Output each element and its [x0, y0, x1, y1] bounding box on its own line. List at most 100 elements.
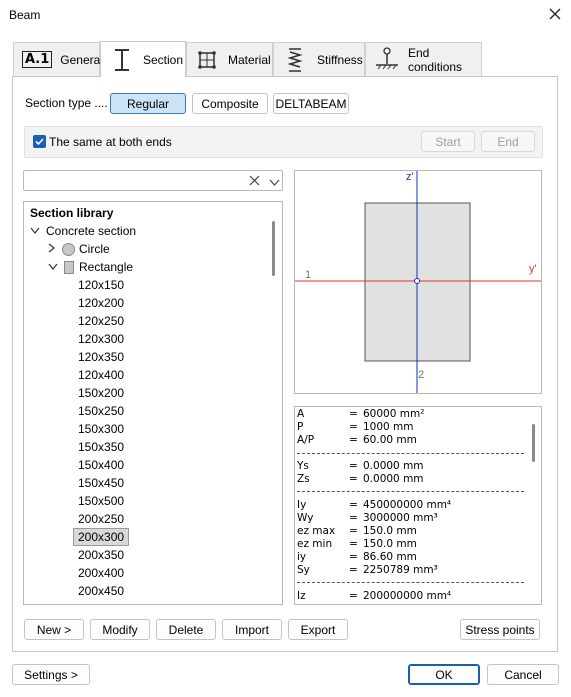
tab-stiffness-label: Stiffness	[317, 52, 363, 67]
centroid-marker	[414, 278, 420, 284]
cancel-button[interactable]: Cancel	[487, 664, 559, 685]
circle-shape-icon	[62, 242, 75, 256]
property-eq: =	[349, 590, 358, 602]
tree-item-label: 150x200	[78, 386, 125, 400]
stress-points-button[interactable]: Stress points	[460, 619, 540, 640]
section-library-tree[interactable]: Section library Concrete section Circle …	[23, 201, 283, 605]
tree-item-label: 120x350	[78, 350, 125, 364]
property-eq: =	[349, 512, 358, 524]
tree-item-label: 150x400	[78, 458, 125, 472]
z-axis-label: z'	[406, 171, 414, 183]
property-value: 1000 mm	[363, 421, 414, 433]
property-eq: =	[349, 538, 358, 550]
tree-item[interactable]: 150x400	[74, 456, 128, 474]
chevron-down-icon[interactable]	[48, 260, 60, 274]
property-eq: =	[349, 460, 358, 472]
modify-button[interactable]: Modify	[90, 619, 150, 640]
tree-item[interactable]: 200x300	[73, 528, 130, 546]
tree-item-label: 150x300	[78, 422, 125, 436]
property-eq: =	[349, 525, 358, 537]
composite-button[interactable]: Composite	[192, 93, 268, 114]
tree-rectangle[interactable]: Rectangle	[48, 258, 133, 276]
same-ends-checkbox[interactable]	[33, 135, 46, 148]
tree-circle-label: Circle	[79, 242, 110, 256]
chevron-down-icon[interactable]	[30, 224, 42, 238]
tree-item[interactable]: 120x150	[74, 276, 128, 294]
start-button[interactable]: Start	[421, 131, 475, 152]
point-1-label: 1	[305, 269, 312, 281]
a1-icon: A.1	[22, 51, 53, 68]
tree-item[interactable]: 150x450	[74, 474, 128, 492]
tree-item[interactable]: 150x500	[74, 492, 128, 510]
export-button[interactable]: Export	[288, 619, 348, 640]
property-value: 200000000 mm⁴	[363, 590, 452, 602]
end-button[interactable]: End	[481, 131, 535, 152]
tree-item[interactable]: 200x450	[74, 582, 128, 600]
tab-section[interactable]: Section	[100, 41, 186, 77]
tree-item-label: 120x400	[78, 368, 125, 382]
import-button[interactable]: Import	[222, 619, 282, 640]
property-name: A	[297, 408, 305, 420]
tree-item-label: 120x250	[78, 314, 125, 328]
tree-item[interactable]: 200x250	[74, 510, 128, 528]
tree-item[interactable]: 150x300	[74, 420, 128, 438]
new-button[interactable]: New >	[24, 619, 84, 640]
chevron-right-icon[interactable]	[48, 242, 60, 256]
tree-item-label: 120x150	[78, 278, 125, 292]
tree-item[interactable]: 200x400	[74, 564, 128, 582]
tab-section-label: Section	[143, 52, 184, 67]
settings-button[interactable]: Settings >	[12, 664, 90, 685]
tree-item[interactable]: 120x250	[74, 312, 128, 330]
tree-item-label: 120x300	[78, 332, 125, 346]
search-combo[interactable]	[23, 170, 283, 191]
tab-end-conditions-label: End conditions	[408, 45, 463, 74]
title-bar: Beam	[0, 0, 571, 32]
property-eq: =	[349, 434, 358, 446]
clear-icon[interactable]	[249, 175, 260, 186]
tree-item[interactable]: 150x350	[74, 438, 128, 456]
tab-end-conditions[interactable]: End conditions	[365, 42, 482, 76]
tree-item[interactable]: 150x200	[74, 384, 128, 402]
separator	[297, 582, 524, 583]
tree-item-label: 150x350	[78, 440, 125, 454]
tree-item[interactable]: 120x200	[74, 294, 128, 312]
property-name: P	[297, 421, 304, 433]
regular-button[interactable]: Regular	[110, 93, 186, 114]
property-name: Wy	[297, 512, 314, 524]
tree-item-label: 200x400	[78, 566, 125, 580]
property-value: 2250789 mm³	[363, 564, 438, 576]
delete-button[interactable]: Delete	[156, 619, 216, 640]
tree-concrete-section[interactable]: Concrete section	[30, 222, 136, 240]
property-name: Iz	[297, 590, 306, 602]
tree-concrete-section-label: Concrete section	[46, 224, 137, 238]
tree-item-label: 150x500	[78, 494, 125, 508]
tree-item-label: 200x450	[78, 584, 125, 598]
ok-button[interactable]: OK	[408, 664, 480, 685]
property-name: ez min	[297, 538, 333, 550]
tree-item[interactable]: 120x300	[74, 330, 128, 348]
tab-stiffness[interactable]: Stiffness	[273, 42, 365, 76]
tree-item-label: 120x200	[78, 296, 125, 310]
section-preview: z' y' 1 2	[294, 170, 542, 394]
property-name: A/P	[297, 434, 315, 446]
separator	[297, 491, 524, 492]
tree-item[interactable]: 120x400	[74, 366, 128, 384]
tree-scrollbar[interactable]	[272, 221, 275, 276]
property-eq: =	[349, 564, 358, 576]
tree-circle[interactable]: Circle	[48, 240, 110, 258]
tree-item[interactable]: 120x350	[74, 348, 128, 366]
chevron-down-icon[interactable]	[269, 176, 280, 186]
same-ends-label: The same at both ends	[49, 135, 172, 149]
tab-material[interactable]: Material	[186, 42, 273, 76]
tree-rectangle-label: Rectangle	[79, 260, 134, 274]
deltabeam-button[interactable]: DELTABEAM	[273, 93, 349, 114]
property-value: 60000 mm²	[363, 408, 425, 420]
tab-general[interactable]: A.1 General	[13, 42, 103, 76]
tree-item[interactable]: 150x250	[74, 402, 128, 420]
close-icon[interactable]	[548, 7, 562, 21]
property-value: 150.0 mm	[363, 525, 417, 537]
separator	[297, 453, 524, 454]
tree-item-label: 150x250	[78, 404, 125, 418]
properties-scrollbar[interactable]	[532, 424, 535, 462]
tree-item[interactable]: 200x350	[74, 546, 128, 564]
